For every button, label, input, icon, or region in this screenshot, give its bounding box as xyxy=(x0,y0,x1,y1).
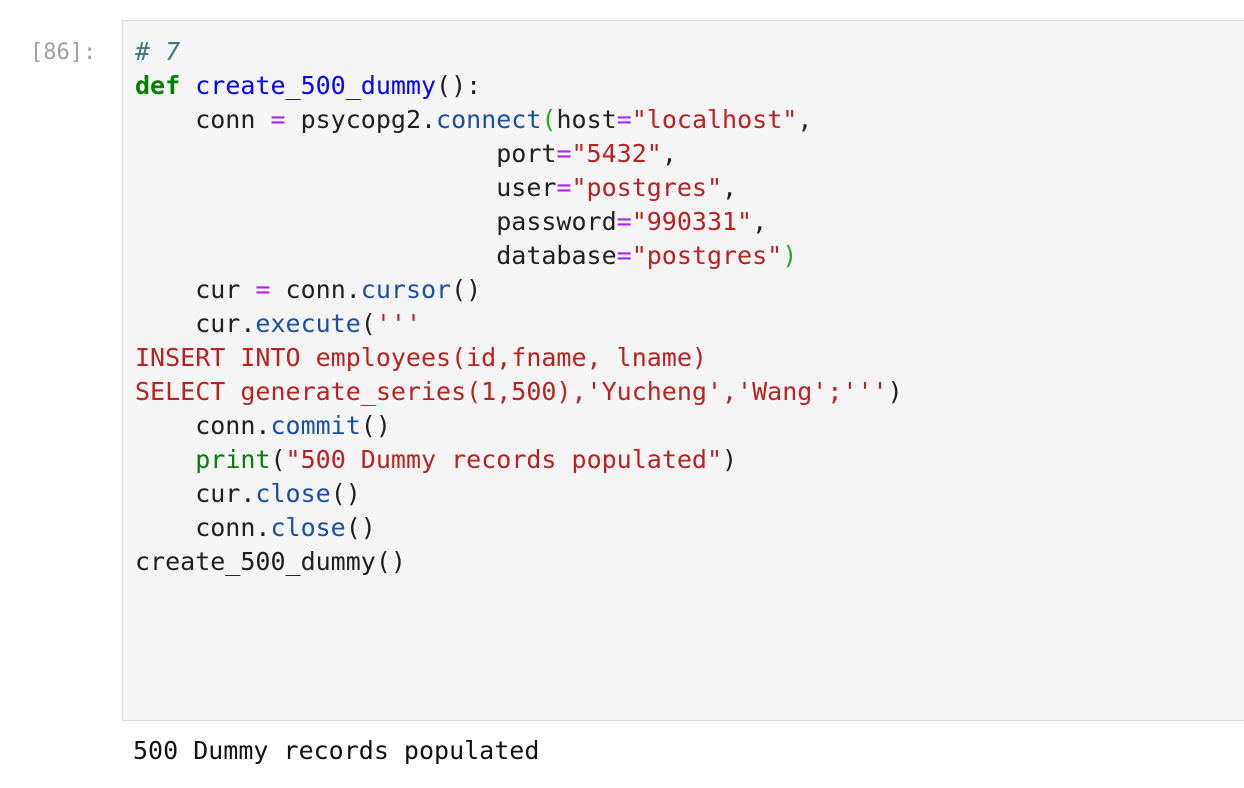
code-token-plain: ( xyxy=(270,445,286,474)
code-token-plain: psycopg2. xyxy=(285,105,437,134)
code-token-attr: cursor xyxy=(360,275,452,304)
code-token-str: "postgres" xyxy=(571,173,723,202)
code-line: def create_500_dummy(): xyxy=(135,69,903,103)
code-line: cur.execute(''' xyxy=(135,307,903,341)
code-token-plain: cur. xyxy=(135,479,256,508)
code-token-op: = xyxy=(616,241,632,270)
code-token-str: "5432" xyxy=(571,139,662,168)
code-token-str: "localhost" xyxy=(631,105,798,134)
code-token-paren-match: ( xyxy=(541,105,557,134)
code-line: port="5432", xyxy=(135,137,903,171)
code-token-plain: () xyxy=(345,513,376,542)
code-token-plain: () xyxy=(451,275,482,304)
code-token-plain: conn. xyxy=(270,275,361,304)
code-line: password="990331", xyxy=(135,205,903,239)
code-token-plain: port xyxy=(135,139,557,168)
code-token-plain: cur. xyxy=(135,309,256,338)
code-line: cur = conn.cursor() xyxy=(135,273,903,307)
code-token-plain: user xyxy=(135,173,557,202)
code-token-op: = xyxy=(255,275,271,304)
code-token-plain: conn. xyxy=(135,411,271,440)
code-token-plain: , xyxy=(797,105,813,134)
code-line: create_500_dummy() xyxy=(135,545,903,579)
code-token-attr: execute xyxy=(255,309,361,338)
code-line: INSERT INTO employees(id,fname, lname) xyxy=(135,341,903,375)
code-token-str: "990331" xyxy=(631,207,753,236)
code-token-plain: conn xyxy=(135,105,271,134)
code-token-str: INSERT INTO employees(id,fname, lname) xyxy=(135,343,707,372)
code-token-attr: connect xyxy=(436,105,542,134)
code-token-plain: (): xyxy=(436,71,482,100)
code-token-op: = xyxy=(616,105,632,134)
code-token-op: = xyxy=(270,105,286,134)
code-token-plain: () xyxy=(360,411,391,440)
code-token-str: ''' xyxy=(375,309,421,338)
code-token-plain: () xyxy=(330,479,361,508)
code-token-str: SELECT generate_series(1,500),'Yucheng',… xyxy=(135,377,888,406)
code-token-plain: create_500_dummy() xyxy=(135,547,406,576)
code-token-plain: , xyxy=(722,173,738,202)
code-token-plain: password xyxy=(135,207,617,236)
code-line: database="postgres") xyxy=(135,239,903,273)
code-token-plain: , xyxy=(661,139,677,168)
code-token-op: = xyxy=(556,139,572,168)
code-token-attr: commit xyxy=(270,411,361,440)
code-line: conn.close() xyxy=(135,511,903,545)
code-token-builtin: print xyxy=(195,445,271,474)
code-line: user="postgres", xyxy=(135,171,903,205)
code-line: SELECT generate_series(1,500),'Yucheng',… xyxy=(135,375,903,409)
code-token-keyword: def xyxy=(135,71,181,100)
code-cell-editor[interactable]: # 7 def create_500_dummy(): conn = psycop… xyxy=(122,20,1244,721)
code-token-str: "postgres" xyxy=(631,241,783,270)
execution-count-prompt: [86]: xyxy=(30,40,97,65)
code-token-plain: ) xyxy=(887,377,903,406)
code-line: print("500 Dummy records populated") xyxy=(135,443,903,477)
code-block[interactable]: # 7 def create_500_dummy(): conn = psycop… xyxy=(135,35,903,579)
code-token-plain: database xyxy=(135,241,617,270)
code-line: conn.commit() xyxy=(135,409,903,443)
code-token-plain: ) xyxy=(722,445,738,474)
code-token-op: = xyxy=(556,173,572,202)
code-token-plain: cur xyxy=(135,275,256,304)
code-line: cur.close() xyxy=(135,477,903,511)
code-token-plain: conn. xyxy=(135,513,271,542)
code-token-op: = xyxy=(616,207,632,236)
code-token-attr: close xyxy=(255,479,331,508)
cell-output: 500 Dummy records populated xyxy=(133,736,540,765)
code-token-plain: host xyxy=(556,105,617,134)
code-line: conn = psycopg2.connect(host="localhost"… xyxy=(135,103,903,137)
code-token-plain: ( xyxy=(360,309,376,338)
code-token-attr: close xyxy=(270,513,346,542)
code-token-comment: # 7 xyxy=(135,37,181,66)
code-token-str: "500 Dummy records populated" xyxy=(285,445,723,474)
code-token-paren-match: ) xyxy=(782,241,798,270)
code-line: # 7 xyxy=(135,35,903,69)
code-token-plain: , xyxy=(752,207,768,236)
code-token-def: create_500_dummy xyxy=(195,71,437,100)
